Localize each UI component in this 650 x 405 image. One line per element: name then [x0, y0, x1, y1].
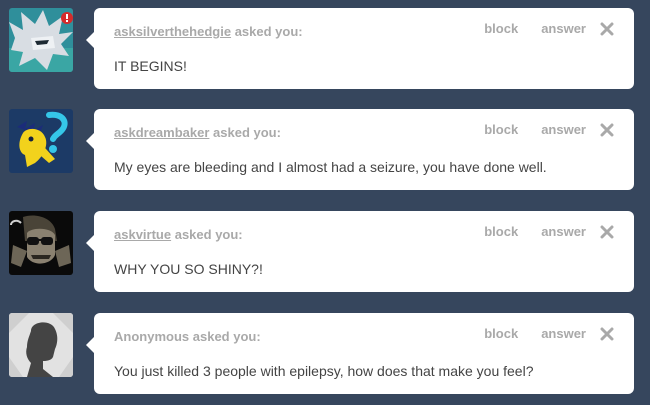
ask-card: askvirtue asked you: block answer WHY YO… — [86, 211, 634, 292]
asker-link[interactable]: asksilverthehedgie — [114, 24, 231, 39]
asker-line: askdreambaker asked you: — [114, 125, 281, 140]
asker-line: asksilverthehedgie asked you: — [114, 24, 303, 39]
question-text: My eyes are bleeding and I almost had a … — [114, 159, 547, 175]
question-text: You just killed 3 people with epilepsy, … — [114, 363, 534, 379]
ask-actions: block answer — [484, 122, 614, 137]
answer-button[interactable]: answer — [541, 122, 586, 137]
close-icon[interactable] — [600, 123, 614, 137]
close-icon[interactable] — [600, 22, 614, 36]
ask-inbox: asksilverthehedgie asked you: block answ… — [0, 0, 650, 400]
block-button[interactable]: block — [484, 326, 518, 341]
asker-name-anonymous: Anonymous — [114, 329, 190, 344]
pony-avatar-icon — [9, 109, 73, 173]
ask-card: Anonymous asked you: block answer You ju… — [86, 313, 634, 394]
asker-link[interactable]: askdreambaker — [114, 125, 209, 140]
ask-card: asksilverthehedgie asked you: block answ… — [86, 8, 634, 89]
ask-card: askdreambaker asked you: block answer My… — [86, 109, 634, 190]
ask-item: asksilverthehedgie asked you: block answ… — [0, 0, 650, 100]
asked-you-label: asked you: — [174, 227, 243, 242]
ask-actions: block answer — [484, 326, 614, 341]
asked-you-label: asked you: — [234, 24, 303, 39]
avatar[interactable] — [9, 8, 73, 72]
question-text: WHY YOU SO SHINY?! — [114, 261, 263, 277]
avatar[interactable] — [9, 211, 73, 275]
answer-button[interactable]: answer — [541, 224, 586, 239]
question-text: IT BEGINS! — [114, 58, 187, 74]
ask-actions: block answer — [484, 21, 614, 36]
avatar[interactable] — [9, 109, 73, 173]
block-button[interactable]: block — [484, 224, 518, 239]
asker-line: Anonymous asked you: — [114, 329, 261, 344]
answer-button[interactable]: answer — [541, 21, 586, 36]
answer-button[interactable]: answer — [541, 326, 586, 341]
asked-you-label: asked you: — [213, 125, 281, 140]
ask-item: askvirtue asked you: block answer WHY YO… — [0, 203, 650, 303]
close-icon[interactable] — [600, 327, 614, 341]
hedgehog-avatar-icon — [9, 8, 73, 72]
close-icon[interactable] — [600, 225, 614, 239]
ask-item: Anonymous asked you: block answer You ju… — [0, 305, 650, 405]
asked-you-label: asked you: — [192, 329, 261, 344]
block-button[interactable]: block — [484, 21, 518, 36]
asker-link[interactable]: askvirtue — [114, 227, 171, 242]
block-button[interactable]: block — [484, 122, 518, 137]
ask-item: askdreambaker asked you: block answer My… — [0, 101, 650, 201]
avatar — [9, 313, 73, 377]
ask-actions: block answer — [484, 224, 614, 239]
asker-line: askvirtue asked you: — [114, 227, 243, 242]
anonymous-avatar-icon — [9, 313, 73, 377]
sunglasses-pony-avatar-icon — [9, 211, 73, 275]
